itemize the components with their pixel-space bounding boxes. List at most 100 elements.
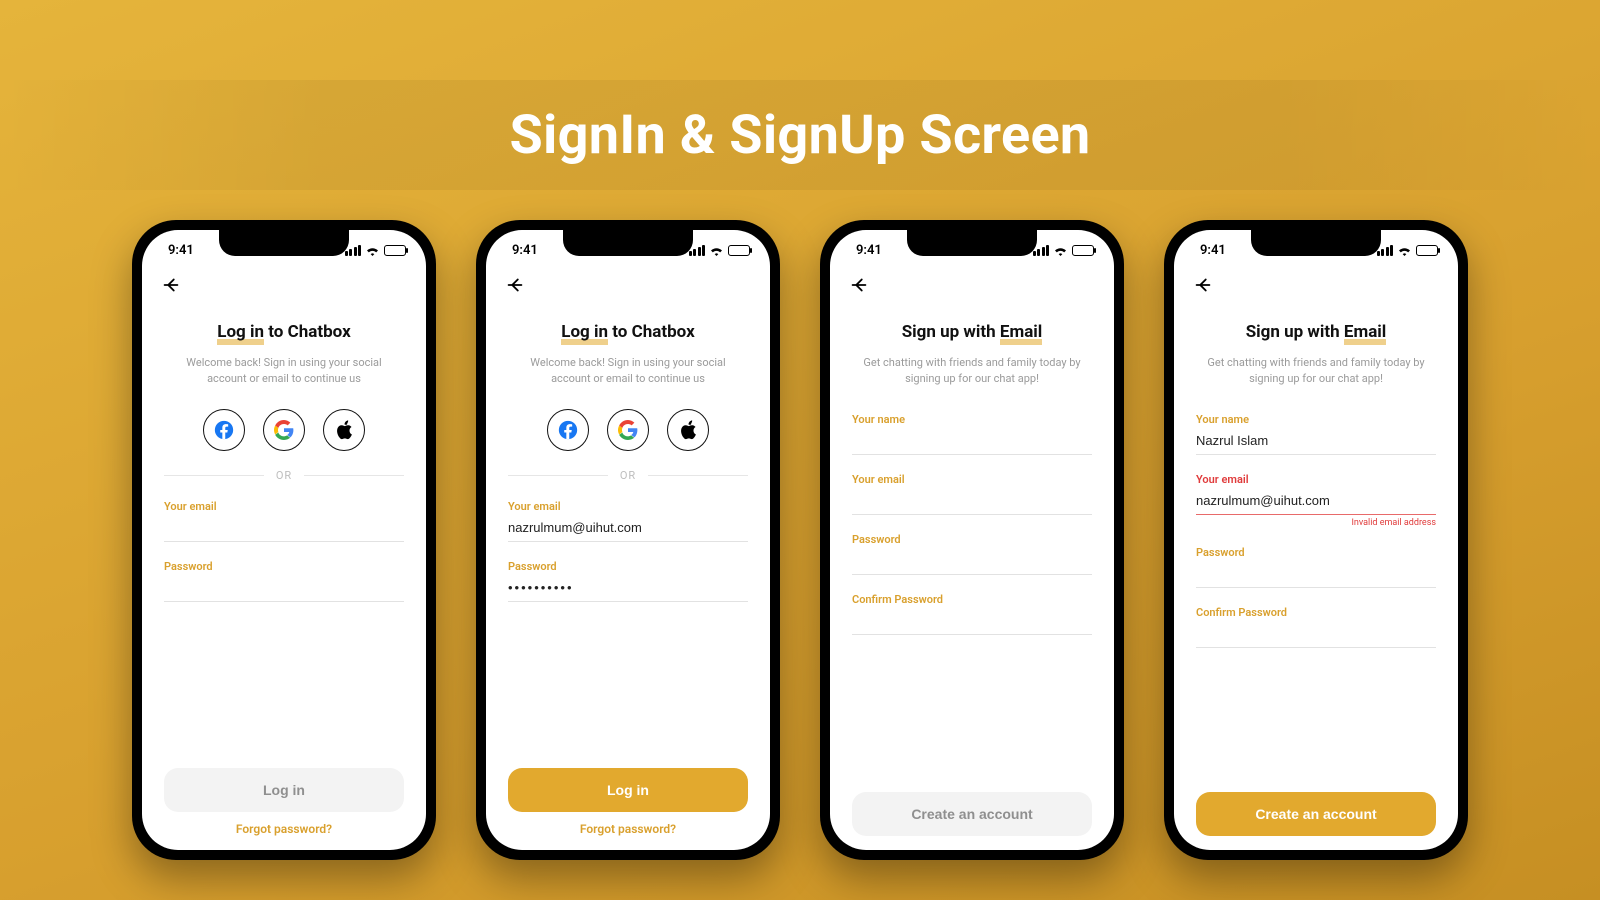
password-label: Password: [508, 560, 748, 573]
email-field-wrap: Your email: [164, 500, 404, 542]
heading-rest: to Chatbox: [608, 322, 695, 342]
page-title: SignIn & SignUp Screen: [510, 104, 1091, 167]
wifi-icon: [1053, 245, 1068, 256]
confirm-field[interactable]: [1196, 619, 1436, 648]
signup-subtext: Get chatting with friends and family tod…: [852, 355, 1092, 387]
name-label: Your name: [852, 413, 1092, 426]
facebook-icon: [214, 420, 234, 440]
password-field[interactable]: [852, 546, 1092, 575]
heading-underline: Log in: [561, 328, 608, 345]
apple-button[interactable]: [667, 409, 709, 451]
status-time: 9:41: [168, 243, 194, 258]
email-label: Your email: [508, 500, 748, 513]
email-label: Your email: [852, 473, 1092, 486]
battery-icon: [1072, 245, 1094, 256]
facebook-icon: [558, 420, 578, 440]
password-label: Password: [164, 560, 404, 573]
name-field-wrap: Your name: [1196, 413, 1436, 455]
create-account-button[interactable]: Create an account: [1196, 792, 1436, 836]
signin-subtext: Welcome back! Sign in using your social …: [508, 355, 748, 387]
notch: [219, 230, 349, 256]
phone-signup-error: 9:41 Sign up with Email Get chatting wit…: [1164, 220, 1468, 860]
email-label: Your email: [1196, 473, 1436, 486]
password-field-wrap: Password: [1196, 546, 1436, 588]
password-field[interactable]: [508, 573, 748, 602]
email-field-wrap: Your email Invalid email address: [1196, 473, 1436, 528]
facebook-button[interactable]: [203, 409, 245, 451]
heading-underline: Email: [1000, 328, 1042, 345]
email-field[interactable]: [508, 513, 748, 542]
heading-underline: Log in: [217, 328, 264, 345]
heading-underline: Email: [1344, 328, 1386, 345]
password-label: Password: [1196, 546, 1436, 559]
notch: [1251, 230, 1381, 256]
social-row: [508, 409, 748, 451]
signup-heading: Sign up with Email: [1196, 322, 1436, 345]
back-icon[interactable]: [1192, 274, 1214, 296]
email-field[interactable]: [164, 513, 404, 542]
email-field[interactable]: [852, 486, 1092, 515]
email-label: Your email: [164, 500, 404, 513]
signup-heading: Sign up with Email: [852, 322, 1092, 345]
status-right: [345, 245, 407, 256]
phone-signin-empty: 9:41 Log in to Chatbox Welcome back! Sig…: [132, 220, 436, 860]
status-right: [1033, 245, 1095, 256]
heading-rest: to Chatbox: [264, 322, 351, 342]
google-button[interactable]: [607, 409, 649, 451]
confirm-label: Confirm Password: [1196, 606, 1436, 619]
confirm-label: Confirm Password: [852, 593, 1092, 606]
google-icon: [618, 420, 638, 440]
signin-heading: Log in to Chatbox: [508, 322, 748, 345]
phone-signin-filled: 9:41 Log in to Chatbox Welcome back! Sig…: [476, 220, 780, 860]
create-account-button[interactable]: Create an account: [852, 792, 1092, 836]
password-field[interactable]: [164, 573, 404, 602]
password-field-wrap: Password: [164, 560, 404, 602]
confirm-field-wrap: Confirm Password: [852, 593, 1092, 635]
back-icon[interactable]: [504, 274, 526, 296]
heading-pre: Sign up with: [1246, 322, 1344, 342]
email-field[interactable]: [1196, 486, 1436, 515]
signin-heading: Log in to Chatbox: [164, 322, 404, 345]
battery-icon: [384, 245, 406, 256]
name-field[interactable]: [852, 426, 1092, 455]
battery-icon: [1416, 245, 1438, 256]
apple-icon: [335, 420, 353, 440]
apple-button[interactable]: [323, 409, 365, 451]
login-button[interactable]: Log in: [508, 768, 748, 812]
email-error-text: Invalid email address: [1196, 518, 1436, 528]
or-divider: OR: [508, 469, 748, 482]
password-field[interactable]: [1196, 559, 1436, 588]
confirm-field[interactable]: [852, 606, 1092, 635]
password-label: Password: [852, 533, 1092, 546]
email-field-wrap: Your email: [508, 500, 748, 542]
title-band: SignIn & SignUp Screen: [0, 80, 1600, 190]
wifi-icon: [709, 245, 724, 256]
notch: [907, 230, 1037, 256]
status-right: [1377, 245, 1439, 256]
forgot-password-link[interactable]: Forgot password?: [164, 822, 404, 836]
phone-signup-empty: 9:41 Sign up with Email Get chatting wit…: [820, 220, 1124, 860]
apple-icon: [679, 420, 697, 440]
email-field-wrap: Your email: [852, 473, 1092, 515]
google-button[interactable]: [263, 409, 305, 451]
login-button[interactable]: Log in: [164, 768, 404, 812]
social-row: [164, 409, 404, 451]
or-text: OR: [276, 469, 292, 482]
forgot-password-link[interactable]: Forgot password?: [508, 822, 748, 836]
status-right: [689, 245, 751, 256]
signin-subtext: Welcome back! Sign in using your social …: [164, 355, 404, 387]
name-label: Your name: [1196, 413, 1436, 426]
battery-icon: [728, 245, 750, 256]
status-time: 9:41: [856, 243, 882, 258]
google-icon: [274, 420, 294, 440]
or-text: OR: [620, 469, 636, 482]
status-time: 9:41: [1200, 243, 1226, 258]
back-icon[interactable]: [160, 274, 182, 296]
password-field-wrap: Password: [852, 533, 1092, 575]
back-icon[interactable]: [848, 274, 870, 296]
facebook-button[interactable]: [547, 409, 589, 451]
signup-subtext: Get chatting with friends and family tod…: [1196, 355, 1436, 387]
name-field[interactable]: [1196, 426, 1436, 455]
notch: [563, 230, 693, 256]
or-divider: OR: [164, 469, 404, 482]
